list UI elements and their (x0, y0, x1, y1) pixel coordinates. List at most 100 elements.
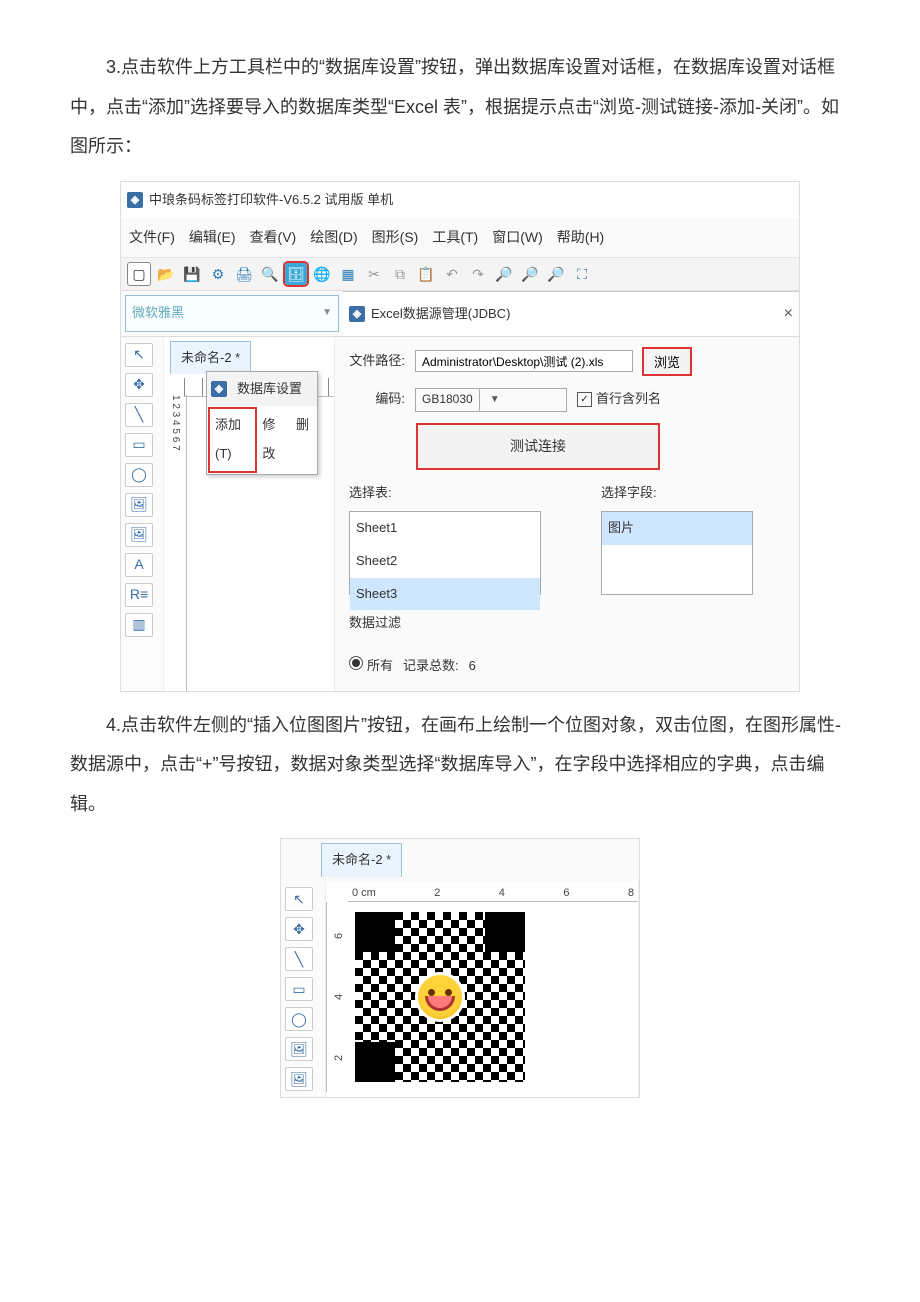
label-select-table: 选择表: (349, 479, 541, 508)
dialog-title: Excel数据源管理(JDBC) (371, 300, 510, 329)
db-menu-icon: ◈ (211, 381, 227, 397)
line-tool-icon[interactable]: ╲ (285, 947, 313, 971)
label-data-filter: 数据过滤 (349, 609, 401, 638)
menu-edit[interactable]: 编辑(E) (189, 222, 236, 253)
save-icon[interactable]: 💾 (181, 263, 203, 285)
record-total-label: 记录总数: (403, 652, 459, 681)
dialog-icon: ◈ (349, 306, 365, 322)
app-title: 中琅条码标签打印软件-V6.5.2 试用版 单机 (149, 186, 393, 215)
record-total-value: 6 (469, 652, 476, 681)
filter-all-radio[interactable]: 所有 (349, 652, 393, 681)
chevron-down-icon: ▼ (322, 302, 332, 324)
browse-button[interactable]: 浏览 (643, 348, 691, 375)
pointer-tool-icon[interactable]: ↖ (125, 343, 153, 367)
canvas-area: 未命名-2 * ◈ 数据库设置 添加(T) 修改 删 1 2 3 4 5 6 7 (164, 337, 335, 691)
preview-icon[interactable]: 🔍 (259, 263, 281, 285)
copy-icon[interactable]: ⧉ (389, 263, 411, 285)
main-toolbar: ▢ 📂 💾 ⚙ 🖨 🔍 🗄 🌐 ▦ ✂ ⧉ 📋 ↶ ↷ 🔎 🔎 🔎 ⛶ (121, 258, 799, 291)
barcode-tool-icon[interactable]: ▥ (125, 613, 153, 637)
roundrect-tool-icon[interactable]: ▭ (125, 433, 153, 457)
zoom-in-icon[interactable]: 🔎 (493, 263, 515, 285)
menu-shape[interactable]: 图形(S) (372, 222, 419, 253)
redo-icon[interactable]: ↷ (467, 263, 489, 285)
paragraph-step3: 3.点击软件上方工具栏中的“数据库设置”按钮，弹出数据库设置对话框，在数据库设置… (70, 48, 850, 167)
new-doc-icon[interactable]: ▢ (127, 262, 151, 286)
smiley-face-icon (415, 972, 465, 1022)
pan-tool-icon[interactable]: ✥ (285, 917, 313, 941)
chevron-down-icon: ▼ (479, 389, 510, 411)
table-row[interactable]: Sheet1 (350, 512, 540, 545)
db-context-menu: ◈ 数据库设置 添加(T) 修改 删 (206, 371, 318, 475)
database-icon[interactable]: 🗄 (285, 263, 307, 285)
ruler-horizontal-2: 0 cm 2 4 6 8 (348, 881, 638, 902)
print-icon[interactable]: 🖨 (233, 263, 255, 285)
document-tab-2[interactable]: 未命名-2 * (321, 843, 402, 877)
screenshot-db-dialog: ◈ 中琅条码标签打印软件-V6.5.2 试用版 单机 文件(F) 编辑(E) 查… (120, 181, 800, 692)
pan-tool-icon[interactable]: ✥ (125, 373, 153, 397)
document-tabs-2: 未命名-2 * (281, 839, 639, 881)
dialog-body: 文件路径: 浏览 编码: GB18030 ▼ ✓ 首行含列名 测试连接 选择表: (335, 337, 799, 691)
first-row-label: 首行含列名 (596, 385, 661, 414)
fields-listbox[interactable]: 图片 (601, 511, 753, 595)
tables-listbox[interactable]: Sheet1 Sheet2 Sheet3 (349, 511, 541, 595)
ellipse-tool-icon[interactable]: ◯ (285, 1007, 313, 1031)
path-input[interactable] (415, 350, 633, 372)
db-menu-title: 数据库设置 (237, 375, 302, 404)
globe-icon[interactable]: 🌐 (311, 263, 333, 285)
roundrect-tool-icon[interactable]: ▭ (285, 977, 313, 1001)
image-tool-icon[interactable]: 🖼 (285, 1037, 313, 1061)
field-row[interactable]: 图片 (602, 512, 752, 545)
text-tool-icon[interactable]: A (125, 553, 153, 577)
settings-icon[interactable]: ⚙ (207, 263, 229, 285)
first-row-checkbox[interactable]: ✓ 首行含列名 (577, 385, 661, 414)
left-toolbox-2: ↖ ✥ ╲ ▭ ◯ 🖼 🖼 (281, 881, 326, 1097)
label-path: 文件路径: (349, 347, 405, 376)
ellipse-tool-icon[interactable]: ◯ (125, 463, 153, 487)
menu-item-modify[interactable]: 修改 (256, 408, 290, 471)
qr-code-image[interactable] (355, 912, 525, 1082)
fit-icon[interactable]: ⛶ (571, 263, 593, 285)
screenshot-qr-canvas: 未命名-2 * ↖ ✥ ╲ ▭ ◯ 🖼 🖼 0 cm 2 4 6 8 2 4 (280, 838, 640, 1098)
pointer-tool-icon[interactable]: ↖ (285, 887, 313, 911)
test-connection-button[interactable]: 测试连接 (417, 424, 659, 469)
font-family-combo[interactable]: 微软雅黑 ▼ (125, 295, 339, 332)
menu-help[interactable]: 帮助(H) (557, 222, 604, 253)
app-titlebar: ◈ 中琅条码标签打印软件-V6.5.2 试用版 单机 (121, 182, 799, 219)
menu-window[interactable]: 窗口(W) (492, 222, 543, 253)
cut-icon[interactable]: ✂ (363, 263, 385, 285)
menu-item-delete[interactable]: 删 (290, 408, 315, 471)
line-tool-icon[interactable]: ╲ (125, 403, 153, 427)
paragraph-step4: 4.点击软件左侧的“插入位图图片”按钮，在画布上绘制一个位图对象，双击位图，在图… (70, 706, 850, 825)
table-row[interactable]: Sheet2 (350, 545, 540, 578)
vector-tool-icon[interactable]: 🖼 (125, 523, 153, 547)
app-icon: ◈ (127, 192, 143, 208)
menu-file[interactable]: 文件(F) (129, 222, 175, 253)
image-tool-icon[interactable]: 🖼 (125, 493, 153, 517)
radio-icon (349, 656, 363, 670)
label-encoding: 编码: (349, 385, 405, 414)
ruler-vertical-2: 2 4 6 (326, 902, 345, 1092)
zoom-out-icon[interactable]: 🔎 (519, 263, 541, 285)
vector-tool-icon[interactable]: 🖼 (285, 1067, 313, 1091)
left-toolbox: ↖ ✥ ╲ ▭ ◯ 🖼 🖼 A R≡ ▥ (121, 337, 164, 691)
open-icon[interactable]: 📂 (155, 263, 177, 285)
checkbox-icon: ✓ (577, 392, 592, 407)
menu-bar[interactable]: 文件(F) 编辑(E) 查看(V) 绘图(D) 图形(S) 工具(T) 窗口(W… (121, 218, 799, 258)
label-select-field: 选择字段: (601, 479, 753, 508)
document-tab[interactable]: 未命名-2 * (170, 341, 251, 375)
richtext-tool-icon[interactable]: R≡ (125, 583, 153, 607)
menu-draw[interactable]: 绘图(D) (310, 222, 357, 253)
encoding-value: GB18030 (416, 386, 479, 412)
table-row[interactable]: Sheet3 (350, 578, 540, 611)
menu-view[interactable]: 查看(V) (250, 222, 297, 253)
undo-icon[interactable]: ↶ (441, 263, 463, 285)
menu-item-add[interactable]: 添加(T) (209, 408, 256, 471)
grid-icon[interactable]: ▦ (337, 263, 359, 285)
dialog-titlebar: ◈ Excel数据源管理(JDBC) × (343, 291, 799, 336)
close-icon[interactable]: × (784, 296, 793, 331)
paste-icon[interactable]: 📋 (415, 263, 437, 285)
zoom-fit-icon[interactable]: 🔎 (545, 263, 567, 285)
menu-tools[interactable]: 工具(T) (432, 222, 478, 253)
encoding-combo[interactable]: GB18030 ▼ (415, 388, 567, 412)
font-family-value: 微软雅黑 (132, 299, 184, 328)
